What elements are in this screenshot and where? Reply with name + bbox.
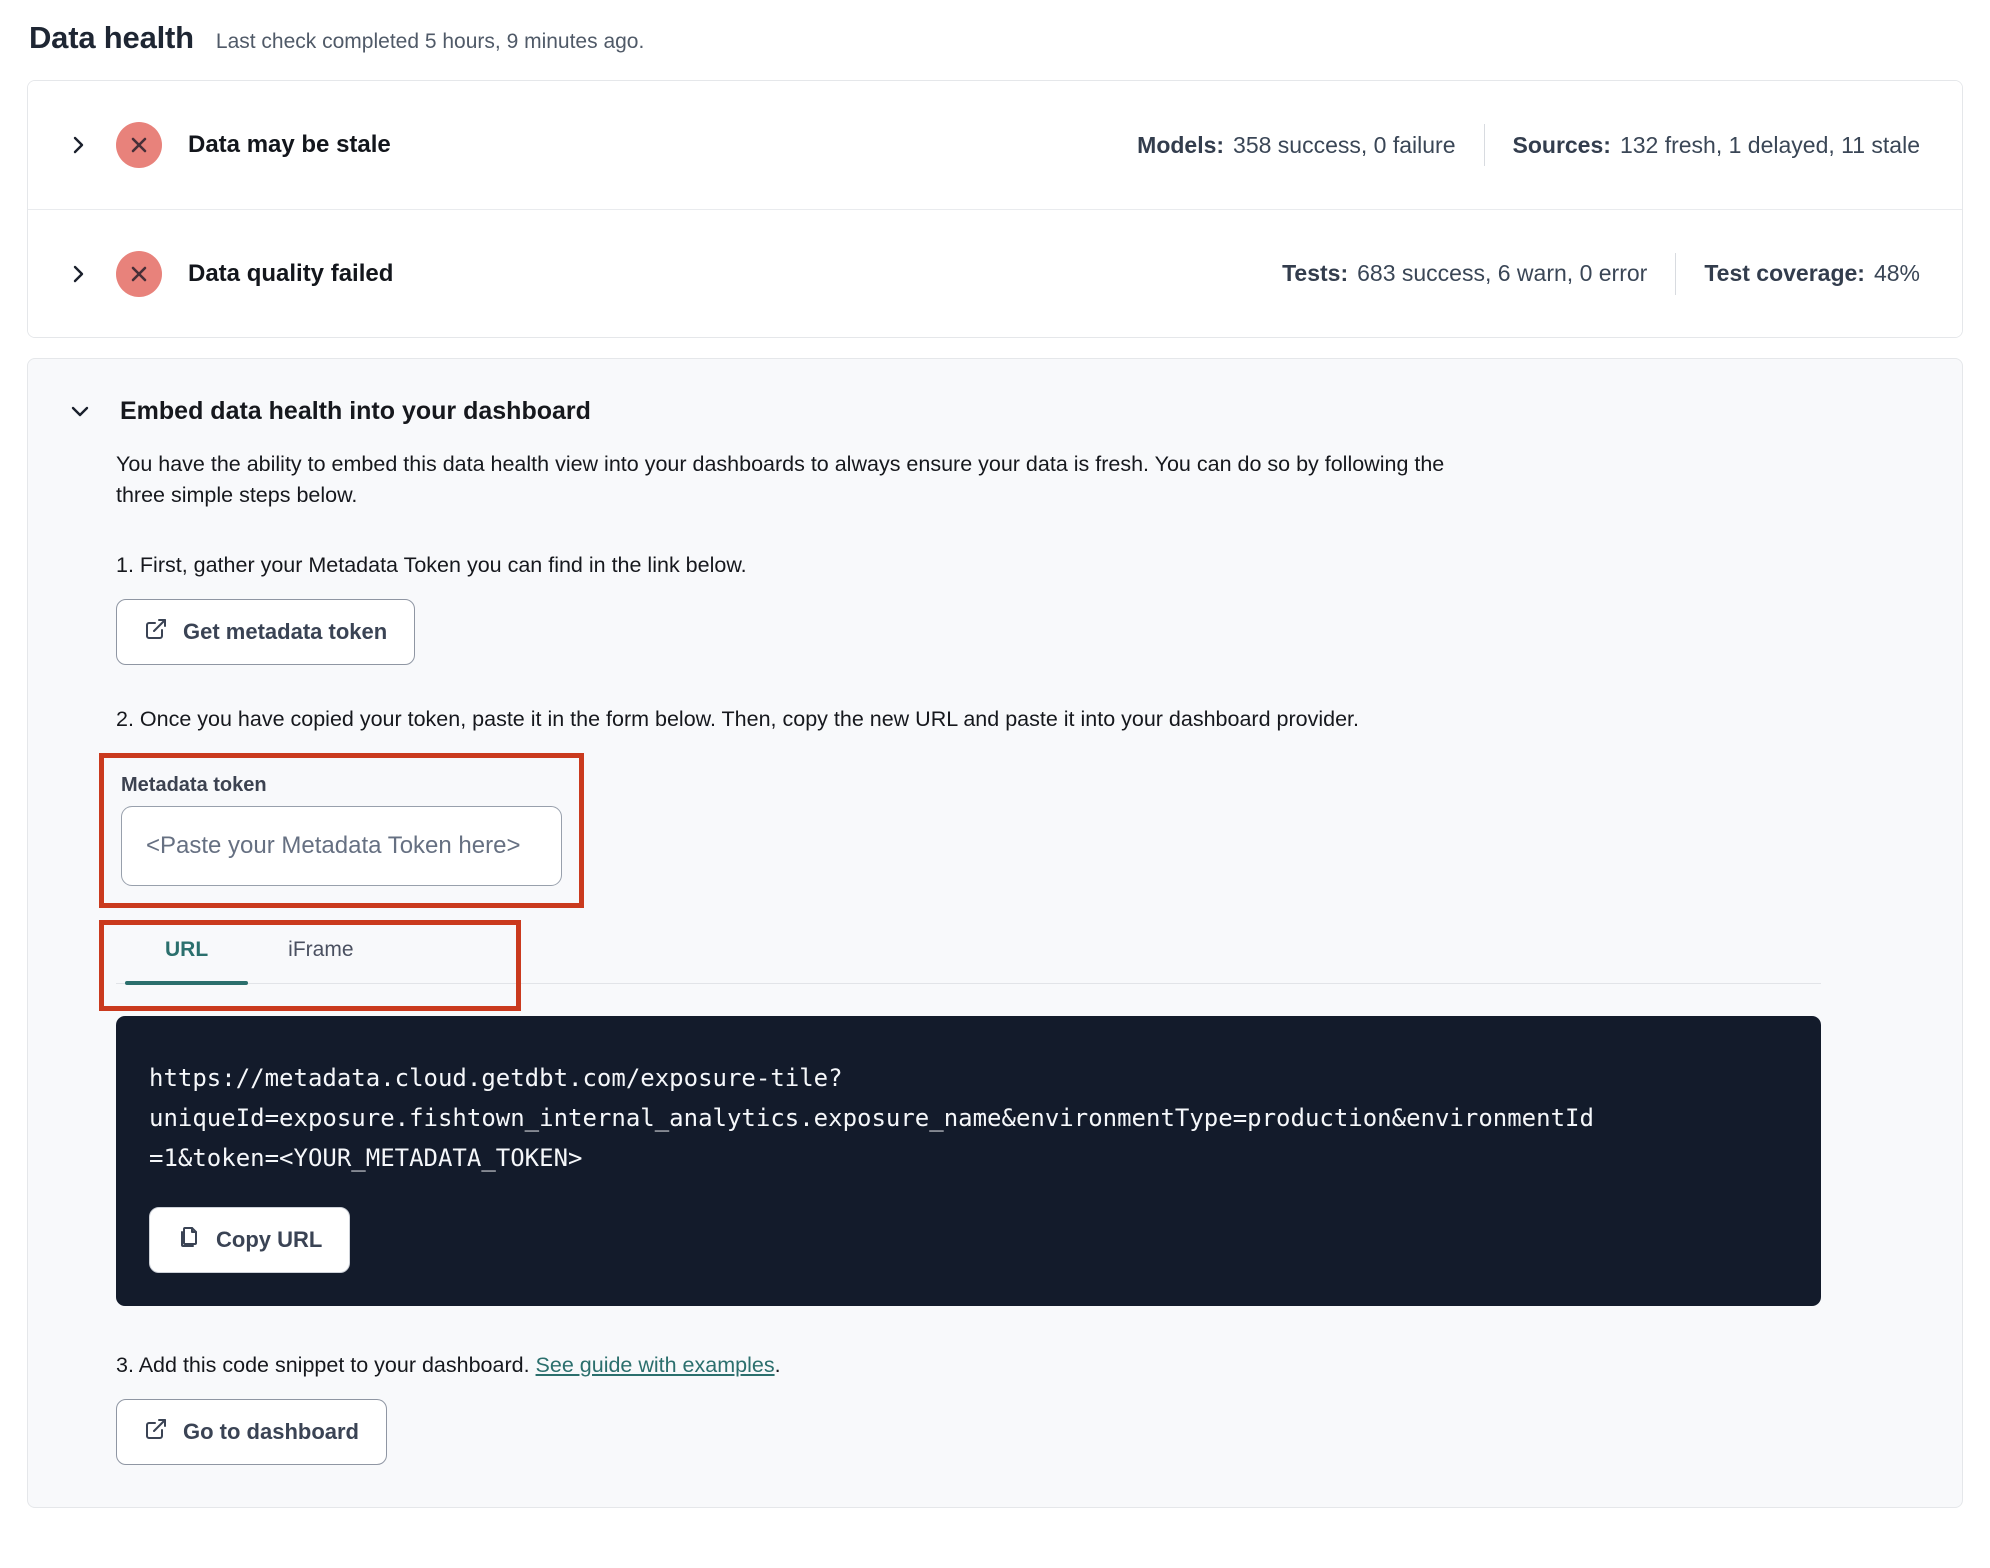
embed-section-body: You have the ability to embed this data … (28, 449, 1962, 1465)
embed-url-code-block: https://metadata.cloud.getdbt.com/exposu… (116, 1016, 1821, 1306)
page-title: Data health (29, 20, 194, 55)
stat-divider (1483, 124, 1485, 166)
sources-stat-value: 132 fresh, 1 delayed, 11 stale (1619, 131, 1920, 158)
step-3-text: 3. Add this code snippet to your dashboa… (116, 1353, 1821, 1378)
status-row-left: Data may be stale (66, 122, 391, 168)
models-stat-label: Models: (1137, 131, 1225, 158)
tests-stat-value: 683 success, 6 warn, 0 error (1357, 260, 1648, 286)
chevron-right-icon[interactable] (66, 262, 90, 286)
go-to-dashboard-label: Go to dashboard (183, 1419, 359, 1444)
tab-iframe[interactable]: iFrame (248, 924, 393, 983)
tab-url-label: URL (165, 938, 209, 961)
status-row-data-quality[interactable]: Data quality failed Tests: 683 success, 6… (28, 209, 1962, 337)
copy-url-label: Copy URL (216, 1227, 323, 1252)
last-check-status: Last check completed 5 hours, 9 minutes … (215, 30, 645, 53)
models-stat-value: 358 success, 0 failure (1233, 131, 1456, 158)
tab-iframe-label: iFrame (288, 938, 354, 961)
copy-url-button[interactable]: Copy URL (149, 1207, 351, 1273)
embed-url-line: =1&token=<YOUR_METADATA_TOKEN> (149, 1144, 583, 1172)
embed-section-card: Embed data health into your dashboard Yo… (27, 358, 1963, 1508)
embed-url-line: https://metadata.cloud.getdbt.com/exposu… (149, 1064, 843, 1092)
error-x-circle-icon (116, 250, 162, 297)
status-row-title: Data quality failed (188, 259, 394, 287)
metadata-token-input[interactable] (121, 806, 562, 886)
status-row-stats: Models: 358 success, 0 failure Sources: 13… (1137, 124, 1920, 166)
stat-divider (1675, 252, 1677, 295)
test-coverage-stat-label: Test coverage: (1704, 260, 1865, 286)
chevron-right-icon[interactable] (66, 133, 90, 157)
step-1-text: 1. First, gather your Metadata Token you… (116, 553, 747, 577)
test-coverage-stat: Test coverage: 48% (1704, 260, 1920, 287)
data-health-page: Data health Last check completed 5 hours… (0, 0, 1990, 1508)
tab-bar: URL iFrame (99, 920, 1821, 1011)
page-header: Data health Last check completed 5 hours… (27, 16, 1963, 80)
external-link-icon (144, 1417, 168, 1447)
status-row-data-stale[interactable]: Data may be stale Models: 358 success, 0 … (28, 81, 1962, 209)
step-2-text: 2. Once you have copied your token, past… (116, 707, 1359, 731)
status-row-title: Data may be stale (188, 131, 391, 158)
test-coverage-stat-value: 48% (1873, 260, 1920, 286)
tab-url[interactable]: URL (125, 924, 249, 985)
status-row-stats: Tests: 683 success, 6 warn, 0 error Test … (1282, 252, 1920, 295)
sources-stat: Sources: 132 fresh, 1 delayed, 11 stale (1513, 132, 1921, 159)
go-to-dashboard-button[interactable]: Go to dashboard (116, 1399, 387, 1465)
models-stat: Models: 358 success, 0 failure (1137, 132, 1455, 159)
tests-stat-label: Tests: (1282, 260, 1349, 286)
metadata-token-label: Metadata token (121, 774, 267, 796)
embed-description: You have the ability to embed this data … (116, 452, 1445, 507)
annotation-token-box: Metadata token (99, 753, 584, 908)
get-metadata-token-label: Get metadata token (183, 619, 388, 644)
status-card: Data may be stale Models: 358 success, 0 … (27, 80, 1963, 338)
get-metadata-token-button[interactable]: Get metadata token (116, 599, 416, 665)
sources-stat-label: Sources: (1512, 131, 1611, 158)
copy-icon (177, 1225, 201, 1255)
embed-url-line: uniqueId=exposure.fishtown_internal_anal… (149, 1104, 1594, 1132)
tests-stat: Tests: 683 success, 6 warn, 0 error (1282, 260, 1647, 287)
step-3-text-before: 3. Add this code snippet to your dashboa… (116, 1353, 536, 1377)
step-3-text-after: . (774, 1353, 781, 1377)
external-link-icon (144, 617, 168, 647)
embed-section-toggle[interactable]: Embed data health into your dashboard (28, 397, 1962, 426)
error-x-circle-icon (116, 122, 162, 168)
embed-section-title: Embed data health into your dashboard (120, 397, 591, 425)
chevron-down-icon[interactable] (68, 399, 94, 425)
status-row-left: Data quality failed (66, 250, 394, 297)
see-guide-link[interactable]: See guide with examples (536, 1353, 775, 1377)
